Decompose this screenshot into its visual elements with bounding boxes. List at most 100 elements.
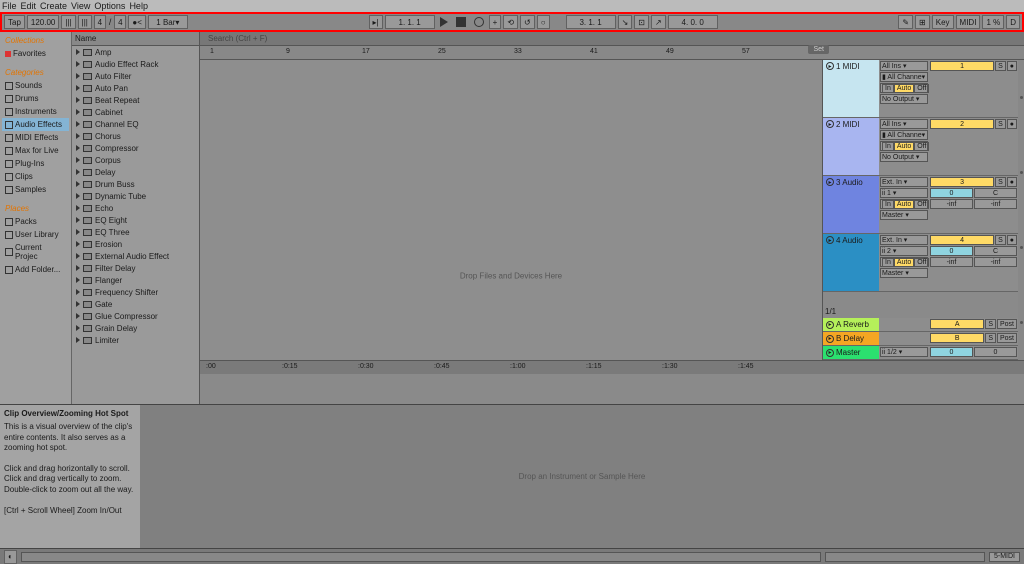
arrange-position[interactable]: 1. 1. 1 bbox=[385, 15, 435, 29]
quantize-menu[interactable]: 1 Bar ▾ bbox=[148, 15, 188, 29]
device-beat-repeat[interactable]: Beat Repeat bbox=[72, 94, 199, 106]
timeline-canvas[interactable]: Drop Files and Devices Here bbox=[200, 60, 823, 360]
overdub-button[interactable]: + bbox=[489, 15, 502, 29]
bar-ruler[interactable]: 19172533414957 bbox=[200, 46, 1024, 60]
device-flanger[interactable]: Flanger bbox=[72, 274, 199, 286]
device-compressor[interactable]: Compressor bbox=[72, 142, 199, 154]
menu-create[interactable]: Create bbox=[40, 1, 67, 11]
favorites-item[interactable]: Favorites bbox=[2, 47, 69, 60]
sig-numerator[interactable]: 4 bbox=[94, 15, 106, 29]
device-audio-effect-rack[interactable]: Audio Effect Rack bbox=[72, 58, 199, 70]
record-button[interactable] bbox=[474, 17, 484, 27]
place-add-folder-[interactable]: Add Folder... bbox=[2, 263, 69, 276]
status-toggle-icon[interactable]: ◐ bbox=[4, 550, 17, 564]
arrangement-view: Search (Ctrl + F) 19172533414957 Set Dro… bbox=[200, 32, 1024, 404]
menu-edit[interactable]: Edit bbox=[21, 1, 37, 11]
device-dynamic-tube[interactable]: Dynamic Tube bbox=[72, 190, 199, 202]
status-bar: ◐ 5-MIDI bbox=[0, 548, 1024, 564]
zoom-ratio: 1/1 bbox=[825, 307, 836, 316]
category-samples[interactable]: Samples bbox=[2, 183, 69, 196]
midi-map-button[interactable]: MIDI bbox=[956, 15, 981, 29]
category-clips[interactable]: Clips bbox=[2, 170, 69, 183]
device-erosion[interactable]: Erosion bbox=[72, 238, 199, 250]
search-input[interactable]: Search (Ctrl + F) bbox=[208, 34, 267, 43]
device-channel-eq[interactable]: Channel EQ bbox=[72, 118, 199, 130]
place-current-projec[interactable]: Current Projec bbox=[2, 241, 69, 263]
categories-header: Categories bbox=[2, 66, 69, 79]
device-amp[interactable]: Amp bbox=[72, 46, 199, 58]
device-list[interactable]: AmpAudio Effect RackAuto FilterAuto PanB… bbox=[72, 46, 199, 402]
category-drums[interactable]: Drums bbox=[2, 92, 69, 105]
track-3[interactable]: ▸3 AudioExt. In ▾ii 1 ▾InAutoOffMaster ▾… bbox=[823, 176, 1018, 234]
device-grain-delay[interactable]: Grain Delay bbox=[72, 322, 199, 334]
track-1[interactable]: ▸1 MIDIAll Ins ▾▮ All Channe▾InAutoOffNo… bbox=[823, 60, 1018, 118]
device-gate[interactable]: Gate bbox=[72, 298, 199, 310]
device-corpus[interactable]: Corpus bbox=[72, 154, 199, 166]
follow-button[interactable]: ▸| bbox=[369, 15, 383, 29]
keyboard-icon[interactable]: ⊞ bbox=[915, 15, 930, 29]
browser-panel: Collections Favorites Categories SoundsD… bbox=[0, 32, 200, 404]
track-2[interactable]: ▸2 MIDIAll Ins ▾▮ All Channe▾InAutoOffNo… bbox=[823, 118, 1018, 176]
punch-in-icon[interactable]: ↘ bbox=[618, 15, 633, 29]
device-drum-buss[interactable]: Drum Buss bbox=[72, 178, 199, 190]
sig-denominator[interactable]: 4 bbox=[114, 15, 126, 29]
category-sounds[interactable]: Sounds bbox=[2, 79, 69, 92]
track-scroll[interactable] bbox=[1018, 60, 1024, 360]
category-instruments[interactable]: Instruments bbox=[2, 105, 69, 118]
device-delay[interactable]: Delay bbox=[72, 166, 199, 178]
place-user-library[interactable]: User Library bbox=[2, 228, 69, 241]
loop-length[interactable]: 4. 0. 0 bbox=[668, 15, 718, 29]
master-track[interactable]: ▸Masterii 1/2 ▾00 bbox=[823, 346, 1018, 360]
category-audio-effects[interactable]: Audio Effects bbox=[2, 118, 69, 131]
track-4[interactable]: ▸4 AudioExt. In ▾ii 2 ▾InAutoOffMaster ▾… bbox=[823, 234, 1018, 292]
draw-mode-icon[interactable]: ✎ bbox=[898, 15, 913, 29]
key-map-button[interactable]: Key bbox=[932, 15, 954, 29]
reenable-automation-button[interactable]: ↺ bbox=[520, 15, 535, 29]
menu-file[interactable]: File bbox=[2, 1, 17, 11]
category-midi-effects[interactable]: MIDI Effects bbox=[2, 131, 69, 144]
device-cabinet[interactable]: Cabinet bbox=[72, 106, 199, 118]
device-auto-filter[interactable]: Auto Filter bbox=[72, 70, 199, 82]
play-button[interactable] bbox=[440, 17, 448, 27]
return-A[interactable]: ▸A ReverbASPost bbox=[823, 318, 1018, 332]
menu-view[interactable]: View bbox=[71, 1, 90, 11]
status-scroll[interactable] bbox=[825, 552, 985, 562]
device-eq-eight[interactable]: EQ Eight bbox=[72, 214, 199, 226]
device-chorus[interactable]: Chorus bbox=[72, 130, 199, 142]
device-echo[interactable]: Echo bbox=[72, 202, 199, 214]
tap-tempo-button[interactable]: Tap bbox=[4, 15, 25, 29]
automation-arm-button[interactable]: ⟲ bbox=[503, 15, 518, 29]
midi-track-indicator: 5-MIDI bbox=[989, 552, 1020, 562]
overload-indicator[interactable]: D bbox=[1006, 15, 1020, 29]
metronome-icon[interactable]: ●< bbox=[128, 15, 146, 29]
place-packs[interactable]: Packs bbox=[2, 215, 69, 228]
category-plug-ins[interactable]: Plug-Ins bbox=[2, 157, 69, 170]
loop-switch[interactable]: ⊡ bbox=[634, 15, 649, 29]
category-max-for-live[interactable]: Max for Live bbox=[2, 144, 69, 157]
menu-help[interactable]: Help bbox=[129, 1, 148, 11]
nudge-up-icon[interactable]: ||| bbox=[78, 15, 92, 29]
capture-button[interactable]: ○ bbox=[537, 15, 550, 29]
punch-out-icon[interactable]: ↗ bbox=[651, 15, 666, 29]
device-frequency-shifter[interactable]: Frequency Shifter bbox=[72, 286, 199, 298]
device-drop-area[interactable]: Drop an Instrument or Sample Here bbox=[140, 405, 1024, 548]
nudge-down-icon[interactable]: ||| bbox=[61, 15, 75, 29]
device-eq-three[interactable]: EQ Three bbox=[72, 226, 199, 238]
clip-overview[interactable] bbox=[21, 552, 821, 562]
collections-header: Collections bbox=[2, 34, 69, 47]
tempo-field[interactable]: 120.00 bbox=[27, 15, 59, 29]
time-ruler[interactable]: :00:0:15:0:30:0:45:1:00:1:15:1:30:1:45 bbox=[200, 360, 1024, 374]
drop-hint: Drop Files and Devices Here bbox=[460, 272, 562, 281]
device-auto-pan[interactable]: Auto Pan bbox=[72, 82, 199, 94]
stop-button[interactable] bbox=[456, 17, 466, 27]
device-filter-delay[interactable]: Filter Delay bbox=[72, 262, 199, 274]
name-column-header[interactable]: Name bbox=[72, 32, 199, 46]
menu-options[interactable]: Options bbox=[94, 1, 125, 11]
control-bar: Tap 120.00 ||| ||| 4 / 4 ●< 1 Bar ▾ ▸| 1… bbox=[0, 12, 1024, 32]
loop-start[interactable]: 3. 1. 1 bbox=[566, 15, 616, 29]
device-external-audio-effect[interactable]: External Audio Effect bbox=[72, 250, 199, 262]
device-glue-compressor[interactable]: Glue Compressor bbox=[72, 310, 199, 322]
return-B[interactable]: ▸B DelayBSPost bbox=[823, 332, 1018, 346]
set-marker[interactable]: Set bbox=[808, 45, 829, 54]
device-limiter[interactable]: Limiter bbox=[72, 334, 199, 346]
